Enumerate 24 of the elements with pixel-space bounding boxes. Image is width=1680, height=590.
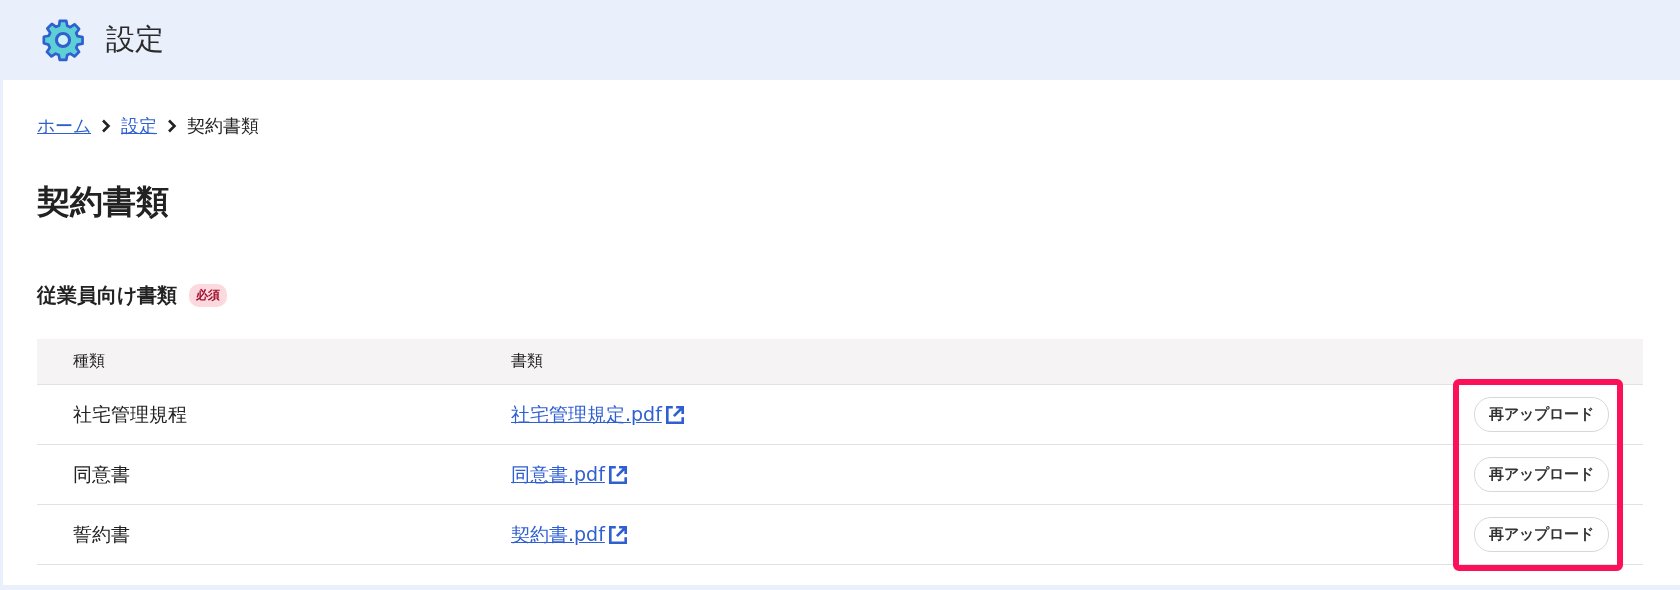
- section-title: 従業員向け書類: [37, 282, 177, 309]
- document-link[interactable]: 同意書.pdf: [511, 461, 605, 488]
- page-title: 契約書類: [37, 182, 170, 222]
- reupload-button[interactable]: 再アップロード: [1474, 457, 1609, 492]
- external-link-icon: [606, 523, 629, 546]
- breadcrumb-current: 契約書類: [187, 114, 259, 138]
- table-cell-text: 社宅管理規程: [72, 401, 188, 427]
- column-header: 書類: [511, 351, 544, 372]
- breadcrumb-link[interactable]: ホーム: [37, 114, 91, 138]
- header-title: 設定: [106, 21, 164, 58]
- chevron-icon: [167, 119, 177, 133]
- required-badge: 必須: [189, 284, 227, 307]
- table-cell-text: 誓約書: [72, 521, 131, 547]
- document-link[interactable]: 社宅管理規定.pdf: [511, 401, 662, 428]
- settings-icon: [40, 17, 86, 63]
- breadcrumb-link[interactable]: 設定: [121, 114, 157, 138]
- external-link-icon: [606, 463, 629, 486]
- column-header: 種類: [72, 351, 106, 372]
- document-link[interactable]: 契約書.pdf: [511, 521, 605, 548]
- table-cell-text: 同意書: [72, 461, 131, 487]
- external-link-icon: [663, 403, 686, 426]
- chevron-icon: [101, 119, 111, 133]
- reupload-button[interactable]: 再アップロード: [1474, 517, 1609, 552]
- reupload-button[interactable]: 再アップロード: [1474, 397, 1609, 432]
